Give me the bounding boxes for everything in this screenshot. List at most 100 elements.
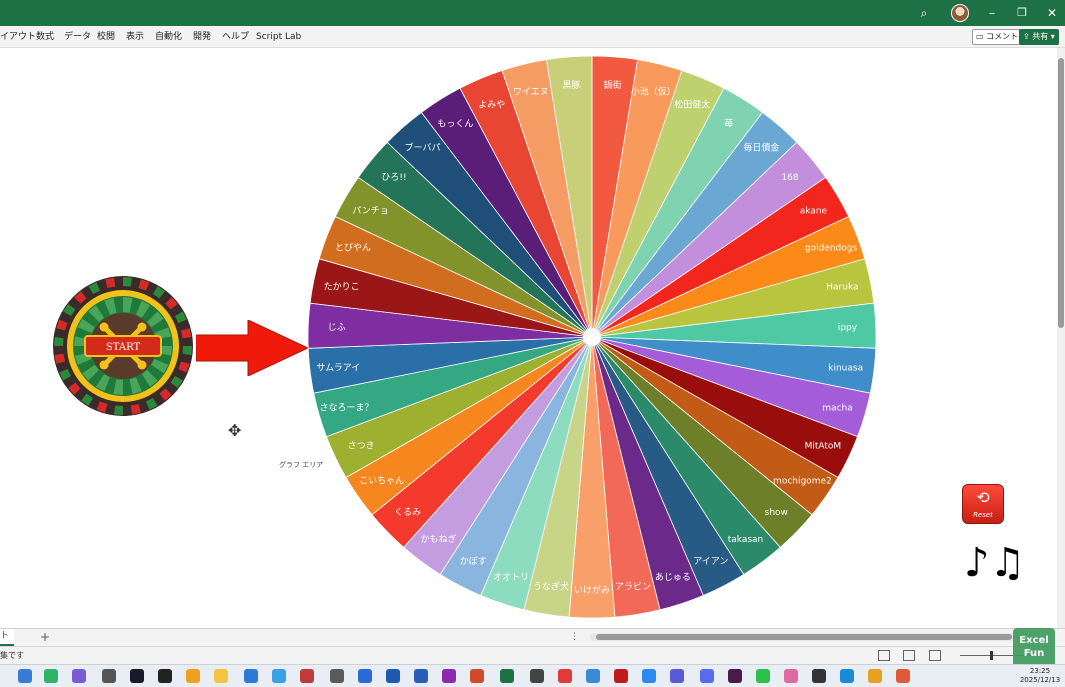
sheet-tab[interactable]: ト <box>0 629 14 646</box>
add-sheet-button[interactable]: + <box>40 629 50 646</box>
wheel-slice-label: ひろ!! <box>381 172 406 183</box>
start-ring-tick <box>182 346 192 355</box>
page-layout-view-button[interactable] <box>903 650 915 661</box>
horizontal-scroll-thumb[interactable] <box>596 634 1012 640</box>
wheel-slice-label: MitAtoM <box>805 441 842 451</box>
wheel-slice-label: オオトリ <box>493 572 529 583</box>
normal-view-button[interactable] <box>878 650 890 661</box>
wheel-slice-label: たかりこ <box>324 281 360 292</box>
start-roulette-button[interactable]: START <box>52 275 194 417</box>
tab-layout[interactable]: イアウト <box>0 26 36 48</box>
red-arrow-icon <box>196 320 308 376</box>
app-icon[interactable] <box>72 669 86 683</box>
tab-review[interactable]: 校閲 <box>97 26 115 48</box>
wheel-slice-label: 松田健太 <box>674 98 710 110</box>
wheel-slice-label: かもねぎ <box>420 533 456 545</box>
wheel-slice-label: 苺 <box>724 118 733 129</box>
notepad-icon[interactable] <box>330 669 344 683</box>
tab-formulas[interactable]: 数式 <box>36 26 54 48</box>
edge-icon[interactable] <box>840 669 854 683</box>
wheel-slice-label: アイアン <box>693 557 728 567</box>
zoom-icon[interactable] <box>642 669 656 683</box>
tab-developer[interactable]: 開発 <box>193 26 211 48</box>
wheel-slice-label: さつき <box>348 440 375 451</box>
comment-label: コメント <box>986 32 1019 41</box>
app-icon[interactable] <box>558 669 572 683</box>
wheel-slice-label: goldendogs <box>805 243 858 253</box>
wheel-slice-label: くるみ <box>394 507 421 518</box>
app-icon[interactable] <box>784 669 798 683</box>
sheet-bar-splitter[interactable]: ⋮ <box>570 629 579 646</box>
excel-icon[interactable] <box>500 669 514 683</box>
wheel-slice-label: 黒豚 <box>562 80 580 91</box>
app-icon[interactable] <box>158 669 172 683</box>
title-bar: ⌕ – ❐ ✕ <box>0 0 1065 26</box>
line-icon[interactable] <box>756 669 770 683</box>
discord-icon[interactable] <box>700 669 714 683</box>
powerpoint-icon[interactable] <box>470 669 484 683</box>
teams-icon[interactable] <box>670 669 684 683</box>
avatar[interactable] <box>951 4 969 22</box>
app-icon[interactable] <box>586 669 600 683</box>
wheel-slice-label: ブーバパ <box>405 142 441 154</box>
chatgpt-icon[interactable] <box>812 669 826 683</box>
comment-button[interactable]: ▭ コメント <box>972 29 1023 45</box>
minimize-button[interactable]: – <box>980 0 1004 26</box>
wheel-slice-label: Haruka <box>826 282 858 292</box>
calculator-icon[interactable] <box>102 669 116 683</box>
start-ring-tick <box>54 337 64 346</box>
reset-button[interactable]: ⟲ Reset <box>962 484 1004 524</box>
start-menu-icon[interactable] <box>18 669 32 683</box>
chrome-icon[interactable] <box>868 669 882 683</box>
app-icon[interactable] <box>358 669 372 683</box>
tab-help[interactable]: ヘルプ <box>222 26 249 48</box>
zoom-slider-knob[interactable] <box>990 651 993 660</box>
vertical-scroll-thumb[interactable] <box>1058 58 1064 328</box>
chrome-icon[interactable] <box>896 669 910 683</box>
search-icon[interactable]: ⌕ <box>912 0 936 26</box>
onenote-icon[interactable] <box>442 669 456 683</box>
wheel-slice-label: akane <box>800 207 828 217</box>
app-icon[interactable] <box>272 669 286 683</box>
app-icon[interactable] <box>614 669 628 683</box>
wheel-slice-label: いけがみ <box>574 584 610 596</box>
close-button[interactable]: ✕ <box>1040 0 1064 26</box>
wheel-center <box>583 328 601 346</box>
app-icon[interactable] <box>130 669 144 683</box>
maximize-button[interactable]: ❐ <box>1010 0 1034 26</box>
tab-data[interactable]: データ <box>64 26 91 48</box>
vscode-icon[interactable] <box>244 669 258 683</box>
widgets-icon[interactable] <box>44 669 58 683</box>
tab-automate[interactable]: 自動化 <box>155 26 182 48</box>
wheel-slice-label: ippy <box>838 323 858 333</box>
search-app-icon[interactable] <box>186 669 200 683</box>
clock-time: 23:25 <box>1029 667 1051 675</box>
ribbon-tabs: イアウト 数式 データ 校閲 表示 自動化 開発 ヘルプ Script Lab … <box>0 26 1065 48</box>
wheel-slice-label: 小池（仮） <box>631 85 676 97</box>
system-clock[interactable]: 23:25 2025/12/13 <box>1016 667 1064 685</box>
tab-script-lab[interactable]: Script Lab <box>256 26 301 48</box>
vertical-scrollbar[interactable] <box>1057 48 1065 628</box>
word-icon[interactable] <box>414 669 428 683</box>
app-icon[interactable] <box>530 669 544 683</box>
wheel-slice-label: あじゅる <box>655 572 691 583</box>
wheel-slice-label: kinuasa <box>828 364 863 374</box>
wheel-slice-label: とびやん <box>335 242 371 253</box>
wheel-slice-label: mochigome2 <box>773 477 832 487</box>
wheel-slice-label: よみや <box>478 99 505 110</box>
wheel-slice-label: うなぎ犬 <box>533 581 569 593</box>
status-bar: 集です <box>0 646 1065 664</box>
start-ring-tick <box>123 277 132 287</box>
file-explorer-icon[interactable] <box>214 669 228 683</box>
app-icon[interactable] <box>300 669 314 683</box>
tab-view[interactable]: 表示 <box>126 26 144 48</box>
status-text: 集です <box>0 651 24 660</box>
slack-icon[interactable] <box>728 669 742 683</box>
horizontal-scrollbar[interactable] <box>590 633 1020 641</box>
outlook-icon[interactable] <box>386 669 400 683</box>
roulette-wheel-chart[interactable]: 鍋街小池（仮）松田健太苺毎日債金 168 akane goldendogs Haruka… <box>306 54 878 620</box>
music-notes-icon[interactable]: ♪♫ <box>964 538 1025 588</box>
share-button[interactable]: ⇪ 共有 ▾ <box>1019 29 1059 45</box>
wheel-slice-label: もっくん <box>437 118 473 129</box>
page-break-view-button[interactable] <box>929 650 941 661</box>
